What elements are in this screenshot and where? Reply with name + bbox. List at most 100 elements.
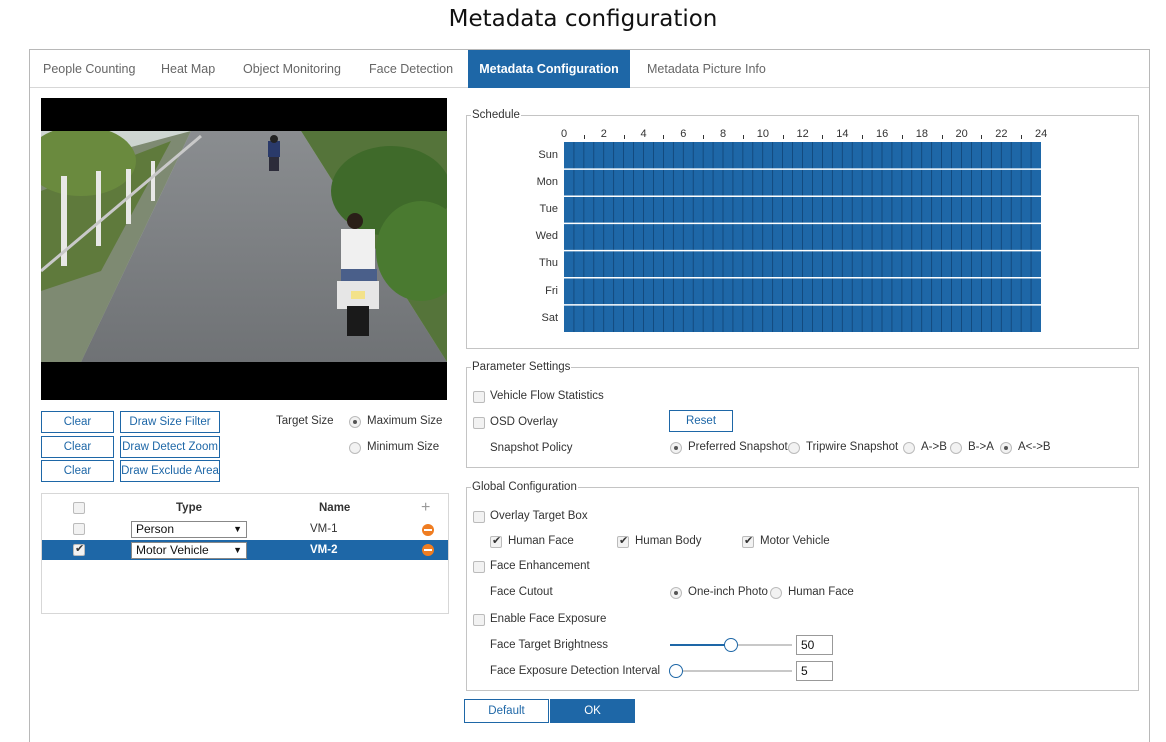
draw-exclude-area-button[interactable]: Draw Exclude Area <box>120 460 220 482</box>
hour-tick <box>981 135 983 139</box>
row-checkbox[interactable] <box>73 523 85 535</box>
hour-label: 12 <box>796 128 809 140</box>
tripwire-snapshot-label: Tripwire Snapshot <box>806 441 899 453</box>
day-label: Thu <box>539 257 558 270</box>
tab-object-monitoring[interactable]: Object Monitoring <box>243 50 341 88</box>
hour-tick <box>941 135 943 139</box>
add-target-icon[interactable]: + <box>421 498 430 518</box>
a-both-b-label: A<->B <box>1018 441 1051 453</box>
maximum-size-radio[interactable] <box>349 416 361 428</box>
hour-tick <box>742 135 744 139</box>
face-exposure-interval-knob[interactable] <box>669 664 684 678</box>
preferred-snapshot-label: Preferred Snapshot <box>688 441 788 453</box>
human-face-checkbox[interactable] <box>490 534 502 548</box>
face-target-brightness-knob[interactable] <box>724 638 738 652</box>
face-exposure-detection-interval-label: Face Exposure Detection Interval <box>490 665 661 677</box>
table-header: Type Name + <box>42 498 448 518</box>
a-both-b-radio[interactable] <box>1000 442 1012 454</box>
hour-label: 0 <box>561 128 568 140</box>
clear-size-filter-button[interactable]: Clear <box>41 411 114 433</box>
maximum-size-label: Maximum Size <box>367 415 443 427</box>
face-exposure-interval-slider[interactable] <box>670 670 792 672</box>
hour-label: 4 <box>640 128 647 140</box>
row-checkbox[interactable] <box>73 542 85 556</box>
global-configuration-legend: Global Configuration <box>472 481 577 493</box>
hour-tick <box>663 135 665 139</box>
day-label: Sat <box>541 311 558 324</box>
type-column-header: Type <box>176 502 202 514</box>
hour-tick <box>703 135 705 139</box>
hour-label: 10 <box>756 128 769 140</box>
type-select[interactable]: Person ▼ <box>131 521 247 538</box>
human-face-cutout-radio[interactable] <box>770 587 782 599</box>
page-title: Metadata configuration <box>448 6 718 32</box>
a-to-b-radio[interactable] <box>903 442 915 454</box>
hour-label: 22 <box>995 128 1008 140</box>
dropdown-arrow-icon: ▼ <box>233 545 242 555</box>
draw-detect-zoom-button[interactable]: Draw Detect Zoom <box>120 436 220 458</box>
motor-vehicle-checkbox[interactable] <box>742 534 754 548</box>
tab-metadata-picture-info[interactable]: Metadata Picture Info <box>647 50 766 88</box>
hour-label: 6 <box>680 128 687 140</box>
one-inch-photo-label: One-inch Photo <box>688 586 768 598</box>
human-face-label: Human Face <box>508 535 574 547</box>
b-to-a-radio[interactable] <box>950 442 962 454</box>
video-preview[interactable] <box>41 98 447 400</box>
hour-label: 14 <box>836 128 849 140</box>
osd-overlay-label: OSD Overlay <box>490 416 558 428</box>
reset-button[interactable]: Reset <box>669 410 733 432</box>
one-inch-photo-radio[interactable] <box>670 587 682 599</box>
face-cutout-label: Face Cutout <box>490 586 553 598</box>
hour-tick <box>782 135 784 139</box>
hour-tick <box>901 135 903 139</box>
day-label: Fri <box>545 284 558 297</box>
hour-label: 18 <box>915 128 928 140</box>
target-name: VM-1 <box>310 523 338 535</box>
type-select-value: Person <box>136 522 175 536</box>
motor-vehicle-label: Motor Vehicle <box>760 535 830 547</box>
target-size-label: Target Size <box>276 415 334 427</box>
remove-target-icon[interactable] <box>422 524 434 536</box>
face-target-brightness-input[interactable]: 50 <box>796 635 833 655</box>
hour-label: 16 <box>876 128 889 140</box>
tab-metadata-configuration[interactable]: Metadata Configuration <box>468 50 630 88</box>
hour-tick <box>623 135 625 139</box>
ok-button[interactable]: OK <box>550 699 635 723</box>
tab-heat-map[interactable]: Heat Map <box>161 50 215 88</box>
schedule-grid[interactable] <box>564 142 1041 332</box>
draw-size-filter-button[interactable]: Draw Size Filter <box>120 411 220 433</box>
day-label: Mon <box>536 176 558 189</box>
overlay-target-box-checkbox[interactable] <box>473 511 485 523</box>
default-button[interactable]: Default <box>464 699 549 723</box>
parameter-settings-legend: Parameter Settings <box>472 361 571 373</box>
clear-exclude-area-button[interactable]: Clear <box>41 460 114 482</box>
day-label: Sun <box>538 149 558 161</box>
vehicle-flow-statistics-label: Vehicle Flow Statistics <box>490 390 604 402</box>
clear-detect-zoom-button[interactable]: Clear <box>41 436 114 458</box>
vehicle-flow-statistics-checkbox[interactable] <box>473 391 485 403</box>
osd-overlay-checkbox[interactable] <box>473 417 485 429</box>
dropdown-arrow-icon: ▼ <box>233 524 242 534</box>
minimum-size-radio[interactable] <box>349 442 361 454</box>
remove-target-icon[interactable] <box>422 544 434 556</box>
table-row[interactable]: Person ▼ VM-1 <box>42 519 448 539</box>
table-row[interactable]: Motor Vehicle ▼ VM-2 <box>42 540 448 560</box>
type-select[interactable]: Motor Vehicle ▼ <box>131 542 247 559</box>
day-label: Tue <box>539 203 558 216</box>
tripwire-snapshot-radio[interactable] <box>788 442 800 454</box>
hour-label: 24 <box>1035 128 1048 140</box>
hour-label: 2 <box>600 128 607 140</box>
tab-face-detection[interactable]: Face Detection <box>369 50 453 88</box>
human-body-checkbox[interactable] <box>617 534 629 548</box>
enable-face-exposure-checkbox[interactable] <box>473 614 485 626</box>
schedule-legend: Schedule <box>472 109 520 121</box>
face-enhancement-checkbox[interactable] <box>473 561 485 573</box>
tab-people-counting[interactable]: People Counting <box>43 50 135 88</box>
overlay-target-box-label: Overlay Target Box <box>490 510 588 522</box>
face-target-brightness-fill <box>670 644 731 646</box>
preferred-snapshot-radio[interactable] <box>670 442 682 454</box>
face-target-brightness-label: Face Target Brightness <box>490 639 609 651</box>
select-all-checkbox[interactable] <box>73 502 85 514</box>
hour-label: 20 <box>955 128 968 140</box>
face-exposure-interval-input[interactable]: 5 <box>796 661 833 681</box>
